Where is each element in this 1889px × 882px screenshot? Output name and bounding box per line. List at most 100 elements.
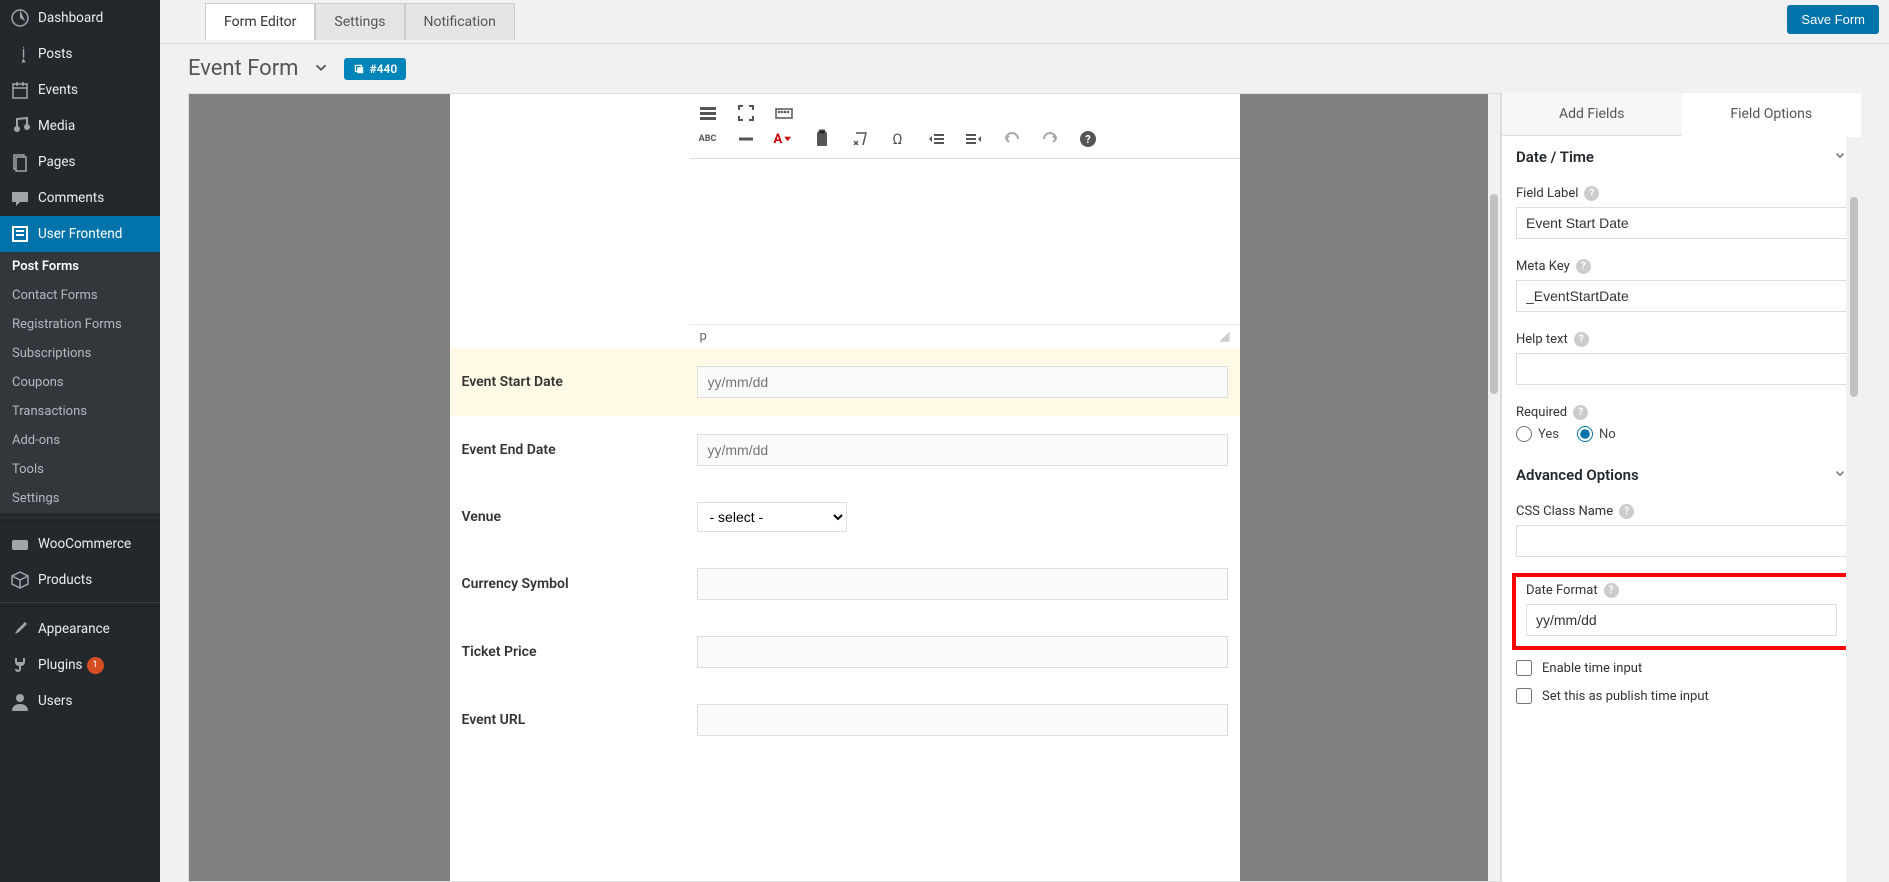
help-icon[interactable]: ? (1619, 504, 1634, 519)
submenu: Post Forms Contact Forms Registration Fo… (0, 252, 160, 513)
form-field-row[interactable]: Event Start Date (450, 348, 1240, 416)
help-icon[interactable]: ? (1574, 332, 1589, 347)
table-icon[interactable] (698, 103, 718, 123)
page-icon (10, 152, 30, 172)
meta-key-input[interactable] (1516, 280, 1847, 312)
submenu-post-forms[interactable]: Post Forms (0, 252, 160, 281)
clear-format-icon[interactable] (850, 129, 870, 149)
menu-users[interactable]: Users (0, 683, 160, 719)
undo-icon[interactable] (1002, 129, 1022, 149)
field-input[interactable] (697, 636, 1228, 668)
tab-add-fields[interactable]: Add Fields (1502, 93, 1682, 136)
keyboard-icon[interactable] (774, 103, 794, 123)
menu-plugins[interactable]: Plugins1 (0, 647, 160, 683)
paste-icon[interactable] (812, 129, 832, 149)
outdent-icon[interactable] (926, 129, 946, 149)
tab-form-editor[interactable]: Form Editor (205, 3, 315, 40)
menu-media[interactable]: Media (0, 108, 160, 144)
opt-required: Required? Yes No (1502, 397, 1861, 454)
form-field-row[interactable]: Currency Symbol (450, 550, 1240, 618)
special-char-icon[interactable]: Ω (888, 129, 908, 149)
option-label-text: Date Format (1526, 583, 1598, 598)
editor-path: p (700, 329, 707, 344)
form-preview: ABC A Ω ? (188, 93, 1501, 882)
menu-label: Dashboard (38, 10, 103, 26)
tab-settings[interactable]: Settings (315, 3, 404, 40)
help-icon[interactable]: ? (1078, 129, 1098, 149)
pin-icon (10, 44, 30, 64)
hr-icon[interactable] (736, 129, 756, 149)
form-field-row[interactable]: Event URL (450, 686, 1240, 754)
redo-icon[interactable] (1040, 129, 1060, 149)
form-field-row[interactable]: Event End Date (450, 416, 1240, 484)
help-icon[interactable]: ? (1584, 186, 1599, 201)
field-input[interactable] (697, 434, 1228, 466)
menu-comments[interactable]: Comments (0, 180, 160, 216)
form-field-row[interactable]: Venue- select - (450, 484, 1240, 550)
submenu-transactions[interactable]: Transactions (0, 397, 160, 426)
opt-help-text: Help text? (1502, 324, 1861, 397)
submenu-coupons[interactable]: Coupons (0, 368, 160, 397)
menu-posts[interactable]: Posts (0, 36, 160, 72)
option-label-text: Field Label (1516, 186, 1578, 201)
date-format-input[interactable] (1526, 604, 1837, 636)
menu-pages[interactable]: Pages (0, 144, 160, 180)
indent-icon[interactable] (964, 129, 984, 149)
publish-time-check[interactable]: Set this as publish time input (1502, 682, 1861, 710)
submenu-contact-forms[interactable]: Contact Forms (0, 281, 160, 310)
help-icon[interactable]: ? (1604, 583, 1619, 598)
submenu-addons[interactable]: Add-ons (0, 426, 160, 455)
fullscreen-icon[interactable] (736, 103, 756, 123)
field-label: Currency Symbol (462, 576, 677, 592)
submenu-settings[interactable]: Settings (0, 484, 160, 513)
form-field-row[interactable]: Ticket Price (450, 618, 1240, 686)
plug-icon (10, 655, 30, 675)
editor-footer: p ◢ (690, 324, 1240, 348)
help-icon[interactable]: ? (1576, 259, 1591, 274)
field-label: Event Start Date (462, 374, 677, 390)
menu-events[interactable]: Events (0, 72, 160, 108)
field-input[interactable] (697, 568, 1228, 600)
preview-scrollbar[interactable] (1488, 94, 1500, 881)
topbar: Form Editor Settings Notification Save F… (160, 0, 1889, 44)
submenu-tools[interactable]: Tools (0, 455, 160, 484)
menu-label: Media (38, 118, 75, 134)
editor-body[interactable] (690, 159, 1240, 324)
field-input[interactable] (697, 366, 1228, 398)
field-label-input[interactable] (1516, 207, 1847, 239)
dashboard-icon (10, 8, 30, 28)
required-no[interactable]: No (1577, 426, 1616, 442)
menu-products[interactable]: Products (0, 562, 160, 598)
submenu-registration-forms[interactable]: Registration Forms (0, 310, 160, 339)
save-form-button[interactable]: Save Form (1787, 5, 1879, 34)
menu-appearance[interactable]: Appearance (0, 611, 160, 647)
menu-label: Pages (38, 154, 76, 170)
field-select[interactable]: - select - (697, 502, 847, 532)
enable-time-check[interactable]: Enable time input (1502, 654, 1861, 682)
field-input[interactable] (697, 704, 1228, 736)
css-class-input[interactable] (1516, 525, 1847, 557)
resize-grip-icon[interactable]: ◢ (1220, 329, 1230, 344)
menu-dashboard[interactable]: Dashboard (0, 0, 160, 36)
opt-field-label: Field Label? (1502, 178, 1861, 251)
form-header: Event Form #440 (160, 44, 1889, 93)
strikethrough-icon[interactable]: ABC (698, 129, 718, 149)
option-label-text: Meta Key (1516, 259, 1570, 274)
form-id-badge[interactable]: #440 (344, 58, 406, 80)
chevron-down-icon[interactable] (312, 58, 330, 80)
submenu-subscriptions[interactable]: Subscriptions (0, 339, 160, 368)
text-color-icon[interactable]: A (774, 129, 794, 149)
tab-notification[interactable]: Notification (405, 3, 515, 40)
required-yes[interactable]: Yes (1516, 426, 1559, 442)
menu-user-frontend[interactable]: User Frontend (0, 216, 160, 252)
section-date-time[interactable]: Date / Time (1502, 136, 1861, 178)
editor-toolbar: ABC A Ω ? (690, 94, 1240, 159)
help-icon[interactable]: ? (1573, 405, 1588, 420)
section-advanced[interactable]: Advanced Options (1502, 454, 1861, 496)
preview-scroll[interactable]: ABC A Ω ? (189, 94, 1500, 881)
tab-field-options[interactable]: Field Options (1682, 93, 1862, 136)
help-text-input[interactable] (1516, 353, 1847, 385)
menu-woocommerce[interactable]: WooCommerce (0, 526, 160, 562)
right-scrollbar[interactable] (1846, 137, 1861, 882)
calendar-icon (10, 80, 30, 100)
